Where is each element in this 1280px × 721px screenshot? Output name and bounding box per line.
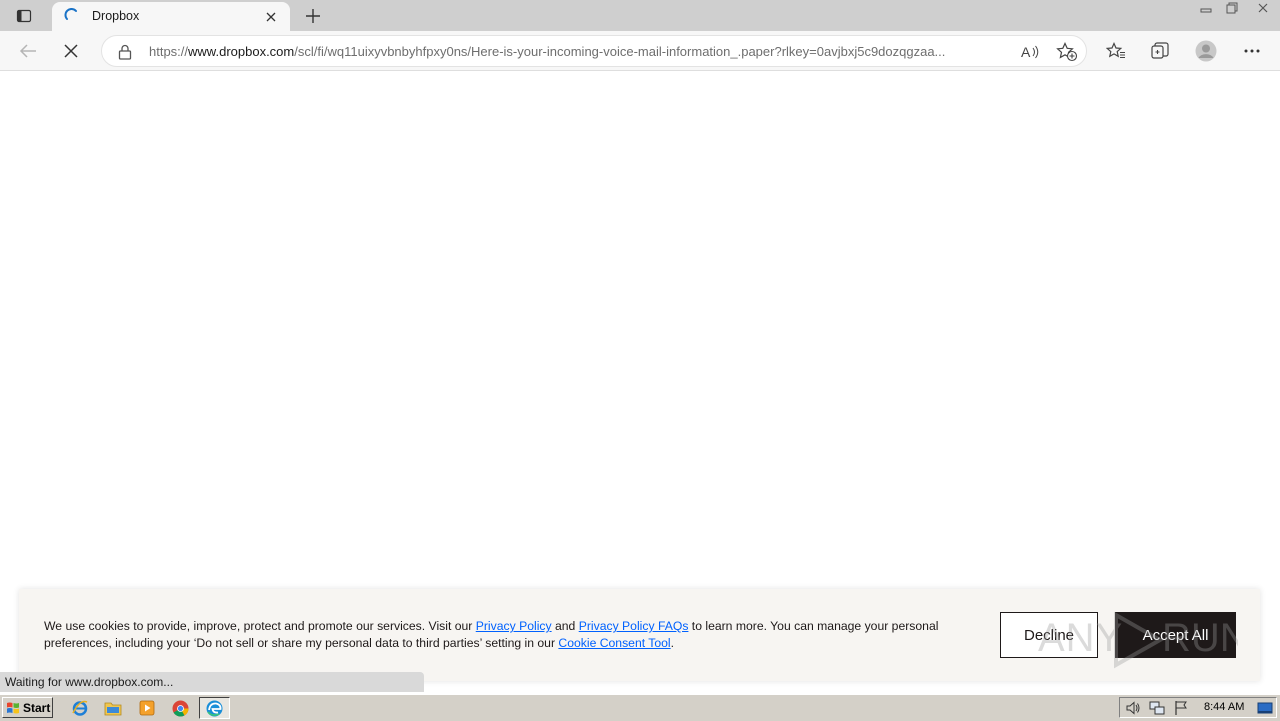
svg-text:A: A [1021,44,1031,60]
stop-icon [64,44,78,58]
edge-icon [206,700,223,716]
tab-close-button[interactable] [260,6,282,28]
favorites-button[interactable] [1100,35,1132,67]
windows-logo-icon [7,702,19,713]
file-explorer-launch[interactable] [103,698,123,718]
favorites-icon [1106,42,1125,59]
edge-taskbar-button[interactable] [199,697,230,719]
active-tab[interactable]: Dropbox [52,2,290,32]
restore-button[interactable] [1220,0,1244,16]
cookie-consent-tool-link[interactable]: Cookie Consent Tool [558,636,670,650]
system-tray: 8:44 AM [1119,697,1277,718]
internet-explorer-icon [72,700,88,716]
chrome-launch[interactable] [170,698,190,718]
close-window-icon [1258,3,1268,13]
show-desktop-icon[interactable] [1257,700,1273,716]
minimize-button[interactable] [1194,0,1218,16]
tab-strip: Dropbox [0,0,1280,32]
privacy-policy-faqs-link[interactable]: Privacy Policy FAQs [579,619,689,633]
lock-icon[interactable] [118,44,132,60]
media-player-launch[interactable] [137,698,157,718]
cookie-text-part: . [670,636,675,650]
taskbar-clock[interactable]: 8:44 AM [1204,701,1244,713]
decline-button[interactable]: Decline [1000,612,1098,658]
url-scheme: https:// [149,44,189,59]
chrome-icon [172,700,188,716]
cookie-text-part: We use cookies to provide, improve, prot… [44,619,476,633]
file-explorer-icon [104,702,122,716]
network-icon[interactable] [1149,700,1165,716]
flag-icon[interactable] [1173,700,1189,716]
restore-icon [1226,2,1238,14]
status-bubble: Waiting for www.dropbox.com... [0,672,424,692]
collections-icon [1151,42,1169,59]
cookie-text-part: and [551,619,579,633]
cookie-message: We use cookies to provide, improve, prot… [44,618,964,652]
privacy-policy-link[interactable]: Privacy Policy [476,619,552,633]
close-icon [266,12,276,22]
new-tab-button[interactable] [300,3,326,29]
media-player-icon [139,700,155,716]
close-window-button[interactable] [1246,0,1280,16]
tab-actions-button[interactable] [8,3,40,29]
url-text[interactable]: https://www.dropbox.com/scl/fi/wq11uixyv… [149,44,1009,59]
start-label: Start [23,700,51,715]
url-path: /scl/fi/wq11uixyvbnbyhfpxy0ns/Here-is-yo… [294,44,946,59]
tab-title: Dropbox [92,9,140,23]
back-button[interactable] [12,35,44,67]
settings-more-button[interactable] [1236,35,1268,67]
loading-spinner-icon [64,8,77,20]
page-viewport [0,71,1280,589]
navigation-bar: https://www.dropbox.com/scl/fi/wq11uixyv… [0,31,1280,71]
stop-loading-button[interactable] [55,35,87,67]
url-host: www.dropbox.com [188,44,295,59]
back-arrow-icon [19,44,36,58]
profile-button[interactable] [1190,35,1222,67]
tab-actions-icon [16,9,32,23]
profile-avatar-icon [1195,40,1217,62]
internet-explorer-launch[interactable] [70,698,90,718]
collections-button[interactable] [1144,35,1176,67]
window-controls [1192,0,1280,18]
read-aloud-icon[interactable]: A [1020,42,1040,62]
minimize-icon [1200,8,1212,13]
taskbar: Start 8:44 AM [0,694,1280,721]
volume-icon[interactable] [1125,700,1141,716]
accept-all-button[interactable]: Accept All [1115,612,1236,658]
start-button[interactable]: Start [2,697,53,718]
more-options-icon [1244,49,1260,53]
cookie-consent-banner: We use cookies to provide, improve, prot… [19,589,1260,681]
add-favorite-icon[interactable] [1056,42,1078,62]
address-bar[interactable]: https://www.dropbox.com/scl/fi/wq11uixyv… [101,35,1087,67]
plus-icon [306,9,320,23]
